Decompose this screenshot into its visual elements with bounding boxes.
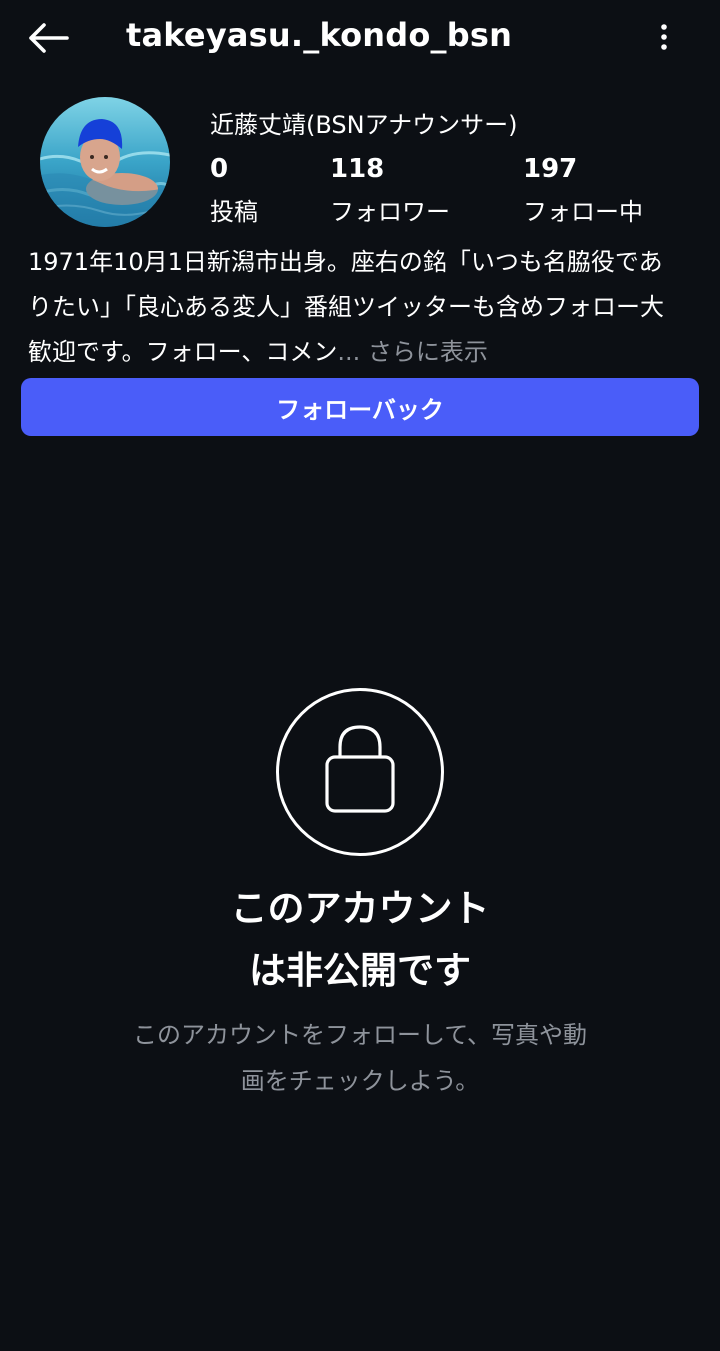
follow-back-button[interactable]: フォローバック — [21, 378, 699, 436]
bio: 1971年10月1日新潟市出身。座右の銘「いつも名脇役であ りたい」「良心ある変… — [28, 240, 698, 375]
bio-line: 歓迎です。フォロー、コメン... さらに表示 — [28, 330, 698, 375]
more-options-button[interactable] — [644, 14, 684, 60]
followers-count-value: 118 — [330, 154, 385, 184]
profile-screen: takeyasu._kondo_bsn 近藤丈靖(BSNアナウンサー) 0 投稿… — [0, 0, 720, 1351]
private-account-subtitle: このアカウントをフォローして、写真や動 画をチェックしよう。 — [110, 1012, 610, 1104]
private-subtitle-line: 画をチェックしよう。 — [240, 1067, 480, 1095]
vertical-dots-icon — [661, 24, 667, 50]
posts-count-label: 投稿 — [210, 198, 258, 226]
following-count-label: フォロー中 — [523, 198, 643, 226]
private-account-title: このアカウント は非公開です — [0, 878, 720, 1002]
profile-username: takeyasu._kondo_bsn — [126, 16, 513, 54]
avatar[interactable] — [40, 97, 170, 227]
following-count-value: 197 — [523, 154, 578, 184]
posts-count[interactable]: 0 投稿 — [210, 154, 258, 227]
following-count[interactable]: 197 フォロー中 — [523, 154, 643, 227]
arrow-left-icon — [29, 23, 69, 53]
private-subtitle-line: このアカウントをフォローして、写真や動 — [132, 1021, 588, 1049]
followers-count-label: フォロワー — [330, 198, 450, 226]
followers-count[interactable]: 118 フォロワー — [330, 154, 450, 227]
bio-line: りたい」「良心ある変人」番組ツイッターも含めフォロー大 — [28, 293, 664, 321]
private-title-line: は非公開です — [249, 949, 471, 992]
bio-line: 1971年10月1日新潟市出身。座右の銘「いつも名脇役であ — [28, 248, 663, 276]
profile-photo — [40, 97, 170, 227]
back-button[interactable] — [22, 14, 74, 62]
show-more-link[interactable]: さらに表示 — [368, 338, 488, 366]
lock-icon — [325, 725, 395, 813]
display-name: 近藤丈靖(BSNアナウンサー) — [210, 111, 518, 139]
private-title-line: このアカウント — [230, 887, 490, 930]
lock-circle — [276, 688, 444, 856]
top-bar: takeyasu._kondo_bsn — [0, 0, 720, 76]
posts-count-value: 0 — [210, 154, 229, 184]
bio-ellipsis: ... — [337, 338, 361, 366]
bio-line-text: 歓迎です。フォロー、コメン — [28, 338, 338, 366]
